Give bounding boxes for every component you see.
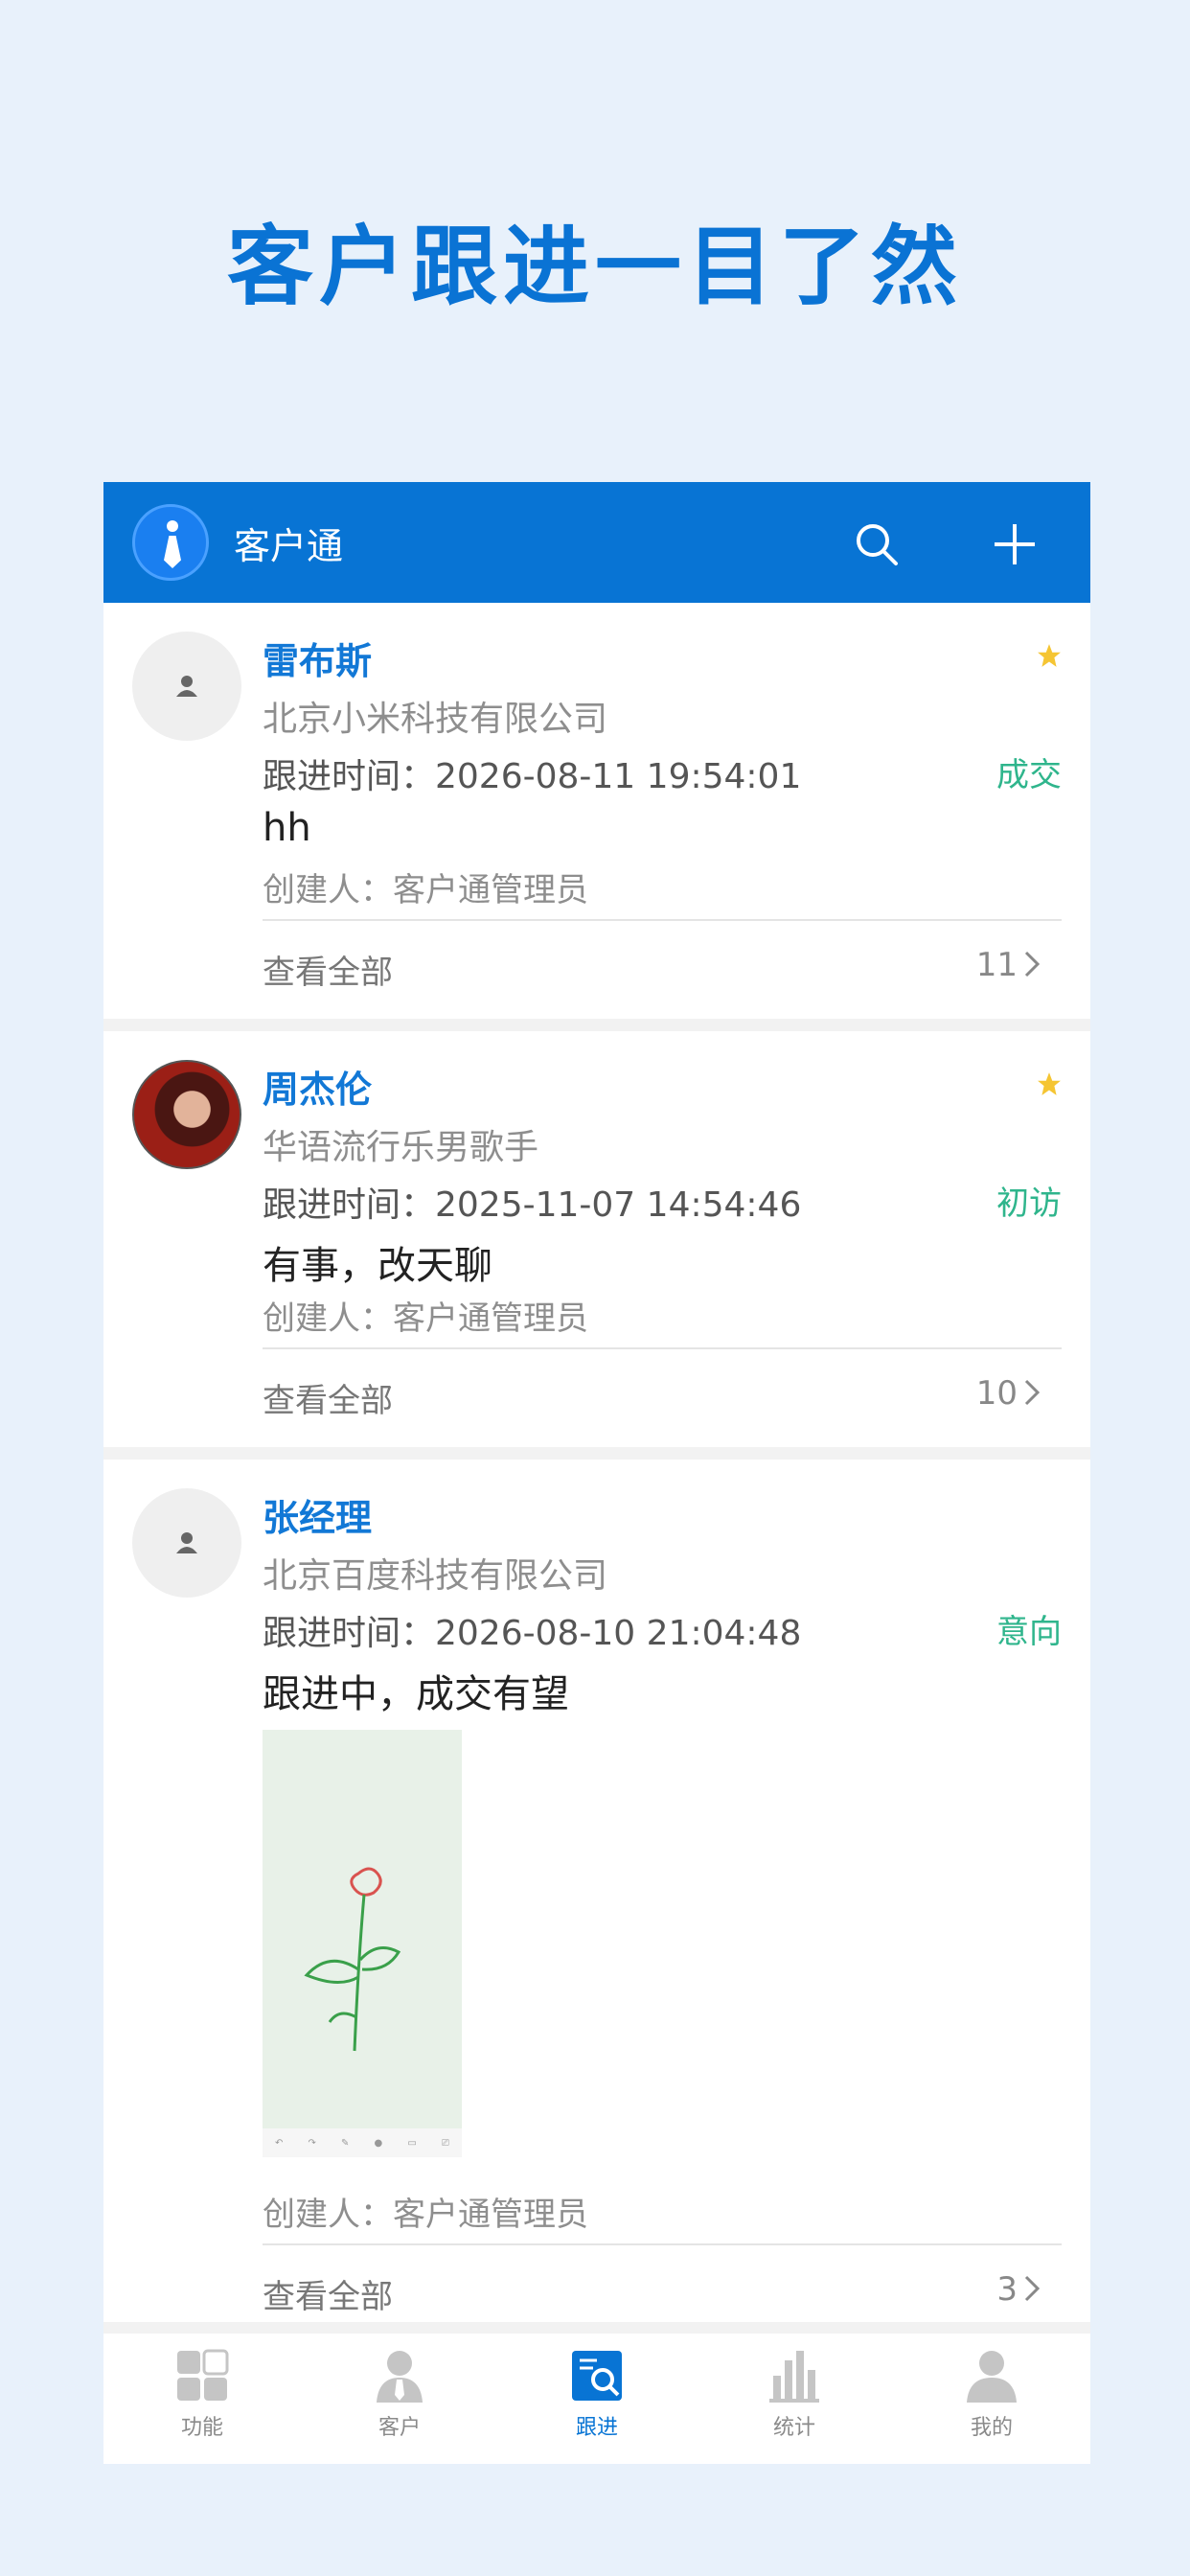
customer-name[interactable]: 周杰伦: [263, 1060, 372, 1113]
tab-label: 统计: [772, 2416, 815, 2440]
chevron-right-icon[interactable]: [1023, 2274, 1041, 2303]
grid-icon: [177, 2349, 229, 2401]
tab-label: 跟进: [575, 2416, 618, 2440]
image-toolbar: ↶ ↷ ✎ ● ▭ ⎚: [263, 2128, 462, 2157]
customer-icon: [377, 2351, 423, 2403]
tab-label: 我的: [970, 2416, 1013, 2440]
person-icon: [176, 1532, 197, 1553]
chevron-right-icon[interactable]: [1023, 950, 1041, 978]
tab-customers[interactable]: 客户: [301, 2334, 498, 2464]
view-all-link[interactable]: 查看全部: [263, 946, 393, 993]
app-title: 客户通: [234, 524, 344, 567]
tab-statistics[interactable]: 统计: [696, 2334, 893, 2464]
chevron-right-icon[interactable]: [1023, 1378, 1041, 1407]
view-all-link[interactable]: 查看全部: [263, 2270, 393, 2317]
divider: [263, 2243, 1062, 2245]
customer-company: 北京小米科技有限公司: [263, 700, 608, 739]
avatar: [132, 1488, 241, 1598]
creator-label: 创建人：客户通管理员: [263, 1300, 588, 1338]
star-icon[interactable]: [1037, 643, 1062, 668]
followup-icon: [572, 2351, 622, 2401]
star-icon[interactable]: [1037, 1071, 1062, 1096]
creator-label: 创建人：客户通管理员: [263, 2196, 588, 2234]
tab-label: 功能: [180, 2416, 223, 2440]
creator-label: 创建人：客户通管理员: [263, 871, 588, 909]
promo-headline: 客户跟进一目了然: [227, 217, 963, 317]
avatar: [132, 1060, 241, 1169]
followup-card[interactable]: 周杰伦 华语流行乐男歌手 跟进时间：2025-11-07 14:54:46 初访…: [103, 1031, 1090, 1447]
customer-name[interactable]: 张经理: [263, 1488, 372, 1541]
app-logo-icon: [132, 504, 209, 581]
followup-card[interactable]: 雷布斯 北京小米科技有限公司 跟进时间：2026-08-11 19:54:01 …: [103, 603, 1090, 1019]
followup-card[interactable]: 张经理 北京百度科技有限公司 跟进时间：2026-08-10 21:04:48 …: [103, 1460, 1090, 2322]
customer-company: 北京百度科技有限公司: [263, 1556, 608, 1596]
person-icon: [176, 676, 197, 697]
bottom-tab-bar: 功能 客户 跟进 统计 我的: [103, 2334, 1090, 2464]
followup-time: 跟进时间：2026-08-11 19:54:01: [263, 757, 802, 796]
flower-sketch-image: [304, 1867, 401, 2052]
tab-profile[interactable]: 我的: [893, 2334, 1090, 2464]
status-badge: 意向: [996, 1613, 1062, 1651]
divider: [263, 919, 1062, 921]
tab-followup[interactable]: 跟进: [498, 2334, 696, 2464]
status-badge: 成交: [996, 756, 1062, 794]
followup-content: 跟进中，成交有望: [263, 1672, 569, 1716]
followup-count: 10: [975, 1374, 1018, 1413]
view-all-link[interactable]: 查看全部: [263, 1374, 393, 1421]
tab-label: 客户: [378, 2416, 421, 2440]
customer-company: 华语流行乐男歌手: [263, 1128, 539, 1167]
search-icon[interactable]: [855, 522, 899, 566]
followup-time: 跟进时间：2026-08-10 21:04:48: [263, 1614, 802, 1653]
add-icon[interactable]: [993, 522, 1037, 566]
phone-screen: 客户通 雷布斯 北京小米科技有限公司 跟进时间：2026-08-11 19:54…: [103, 482, 1090, 2464]
status-badge: 初访: [996, 1184, 1062, 1223]
app-header: 客户通: [103, 482, 1090, 603]
divider: [263, 1347, 1062, 1349]
customer-name[interactable]: 雷布斯: [263, 632, 372, 684]
tab-functions[interactable]: 功能: [103, 2334, 301, 2464]
followup-time: 跟进时间：2025-11-07 14:54:46: [263, 1185, 802, 1225]
followup-content: 有事，改天聊: [263, 1244, 492, 1288]
followup-content: hh: [263, 806, 311, 850]
profile-icon: [967, 2351, 1017, 2403]
followup-count: 11: [975, 946, 1018, 984]
chart-icon: [769, 2351, 819, 2403]
attachment-image[interactable]: ↶ ↷ ✎ ● ▭ ⎚: [263, 1730, 462, 2157]
followup-count: 3: [996, 2270, 1018, 2309]
avatar: [132, 632, 241, 741]
